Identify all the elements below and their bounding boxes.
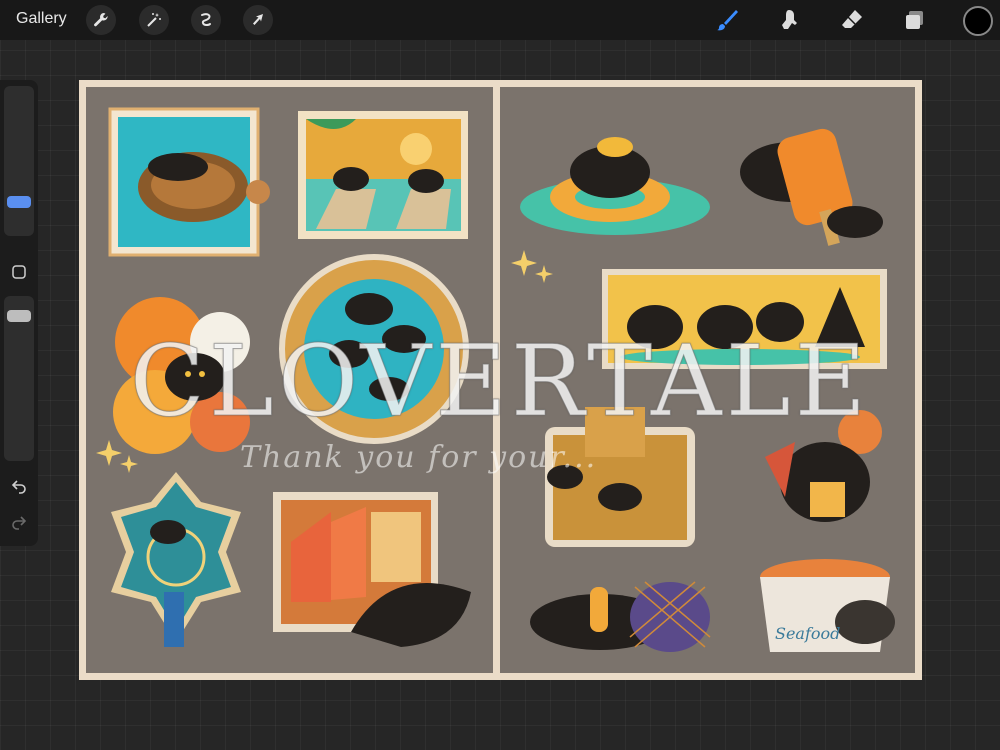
color-picker-swatch[interactable] [963, 6, 993, 36]
pool-ring-sticker [279, 254, 469, 444]
left-sidebar [0, 80, 38, 546]
chef-crab-sticker [765, 410, 882, 522]
brush-size-thumb[interactable] [7, 196, 31, 208]
fishing-net-sticker [530, 581, 711, 652]
selection-icon[interactable] [191, 5, 221, 35]
eraser-icon[interactable] [837, 5, 867, 35]
magic-wand-icon[interactable] [139, 5, 169, 35]
watermelon-drink-sticker [273, 492, 471, 647]
popsicle-sticker [740, 128, 883, 246]
layers-icon[interactable] [900, 5, 930, 35]
redo-icon[interactable] [9, 512, 29, 532]
seafood-pot-sticker: Seafood [760, 559, 895, 652]
brush-icon[interactable] [712, 5, 742, 35]
opacity-thumb[interactable] [7, 310, 31, 322]
sparkle-icon [511, 250, 553, 283]
beach-chairs-sticker [298, 111, 468, 239]
wrench-icon[interactable] [86, 5, 116, 35]
seafood-label: Seafood [775, 624, 840, 643]
opacity-slider[interactable] [4, 296, 34, 461]
top-toolbar: Gallery [0, 0, 1000, 40]
smudge-icon[interactable] [775, 5, 805, 35]
dreamcatcher-sticker [111, 472, 241, 647]
sparkle-icon [96, 440, 138, 473]
transform-arrow-icon[interactable] [243, 5, 273, 35]
swim-ring-snorkel-sticker [520, 137, 710, 235]
undo-icon[interactable] [9, 476, 29, 496]
beach-party-banner-sticker [602, 269, 887, 369]
modify-square-icon[interactable] [9, 262, 29, 282]
artwork-canvas[interactable]: Seafood [79, 80, 922, 680]
gallery-button[interactable]: Gallery [16, 10, 67, 28]
sandcastle-sticker [545, 407, 695, 547]
left-sticker-sheet [86, 87, 493, 673]
sea-turtle-sticker [108, 107, 270, 257]
brush-size-slider[interactable] [4, 86, 34, 236]
right-sticker-sheet: Seafood [500, 87, 915, 673]
